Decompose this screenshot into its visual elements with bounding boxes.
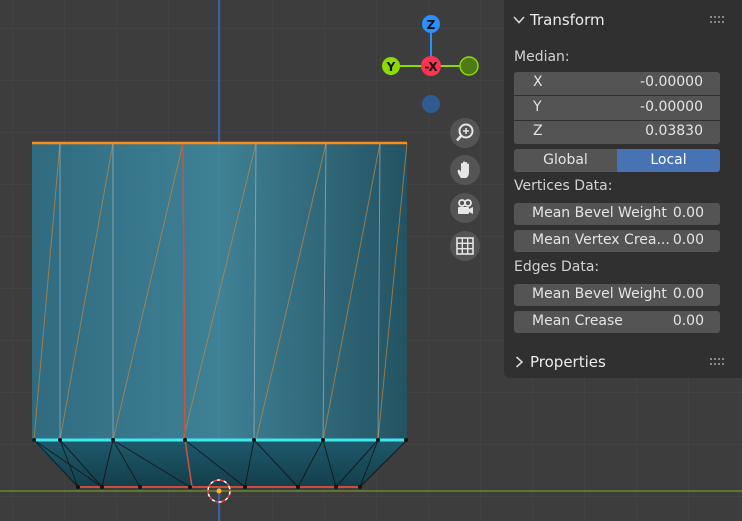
transform-panel-header[interactable]: Transform bbox=[504, 8, 742, 34]
neg-z-axis-handle[interactable] bbox=[422, 95, 440, 113]
vertex-bevel-label: Mean Bevel Weight bbox=[532, 205, 667, 221]
median-y-field[interactable]: Y -0.00000 bbox=[514, 96, 720, 120]
transform-panel-title: Transform bbox=[530, 11, 605, 29]
vertex-crease-label: Mean Vertex Crea... bbox=[532, 232, 670, 248]
median-x-value: -0.00000 bbox=[640, 74, 703, 90]
z-axis-label: Z bbox=[427, 18, 436, 32]
edges-data-heading: Edges Data: bbox=[514, 259, 600, 275]
chevron-down-icon bbox=[513, 16, 525, 24]
mean-vertex-crease-field[interactable]: Mean Vertex Crea... 0.00 bbox=[514, 230, 720, 252]
median-label: Median: bbox=[514, 49, 570, 65]
vertex-mean-bevel-weight-field[interactable]: Mean Bevel Weight 0.00 bbox=[514, 203, 720, 225]
pan-button[interactable] bbox=[450, 155, 480, 185]
neg-y-axis-handle[interactable] bbox=[459, 56, 479, 76]
edge-crease-value: 0.00 bbox=[672, 313, 704, 329]
mesh-object[interactable] bbox=[31, 141, 408, 489]
edge-mean-bevel-weight-field[interactable]: Mean Bevel Weight 0.00 bbox=[514, 284, 720, 306]
edge-crease-label: Mean Crease bbox=[532, 313, 623, 329]
chevron-right-icon bbox=[515, 356, 524, 368]
sidebar-panel: Transform Median: X -0.00000 Y -0.00000 … bbox=[504, 0, 742, 378]
median-y-label: Y bbox=[533, 99, 542, 115]
edge-mean-crease-field[interactable]: Mean Crease 0.00 bbox=[514, 311, 720, 333]
median-x-field[interactable]: X -0.00000 bbox=[514, 72, 720, 95]
zoom-icon bbox=[456, 123, 474, 142]
zoom-button[interactable] bbox=[450, 118, 480, 148]
properties-panel-header[interactable]: Properties bbox=[504, 350, 742, 376]
vertex-crease-value: 0.00 bbox=[672, 232, 704, 248]
camera-icon bbox=[458, 199, 473, 214]
vertices-data-heading: Vertices Data: bbox=[514, 178, 613, 194]
edge-bevel-label: Mean Bevel Weight bbox=[532, 286, 667, 302]
median-x-label: X bbox=[533, 74, 543, 90]
median-y-value: -0.00000 bbox=[640, 99, 703, 115]
pan-hand-icon bbox=[457, 161, 469, 178]
median-z-field[interactable]: Z 0.03830 bbox=[514, 121, 720, 144]
grid-icon bbox=[456, 237, 474, 255]
y-axis-label: Y bbox=[386, 60, 396, 74]
neg-x-axis-label: -X bbox=[424, 60, 438, 74]
ortho-toggle-button[interactable] bbox=[450, 231, 480, 261]
global-toggle-button[interactable]: Global bbox=[514, 149, 617, 172]
properties-panel-title: Properties bbox=[530, 353, 606, 371]
drag-grip-icon[interactable] bbox=[710, 16, 726, 25]
drag-grip-icon[interactable] bbox=[710, 358, 726, 367]
edge-bevel-value: 0.00 bbox=[672, 286, 704, 302]
coordinate-space-toggle: Global Local bbox=[514, 149, 720, 172]
vertex-bevel-value: 0.00 bbox=[672, 205, 704, 221]
median-z-value: 0.03830 bbox=[645, 123, 703, 139]
median-z-label: Z bbox=[533, 123, 543, 139]
camera-view-button[interactable] bbox=[450, 193, 480, 223]
local-toggle-button[interactable]: Local bbox=[617, 149, 720, 172]
